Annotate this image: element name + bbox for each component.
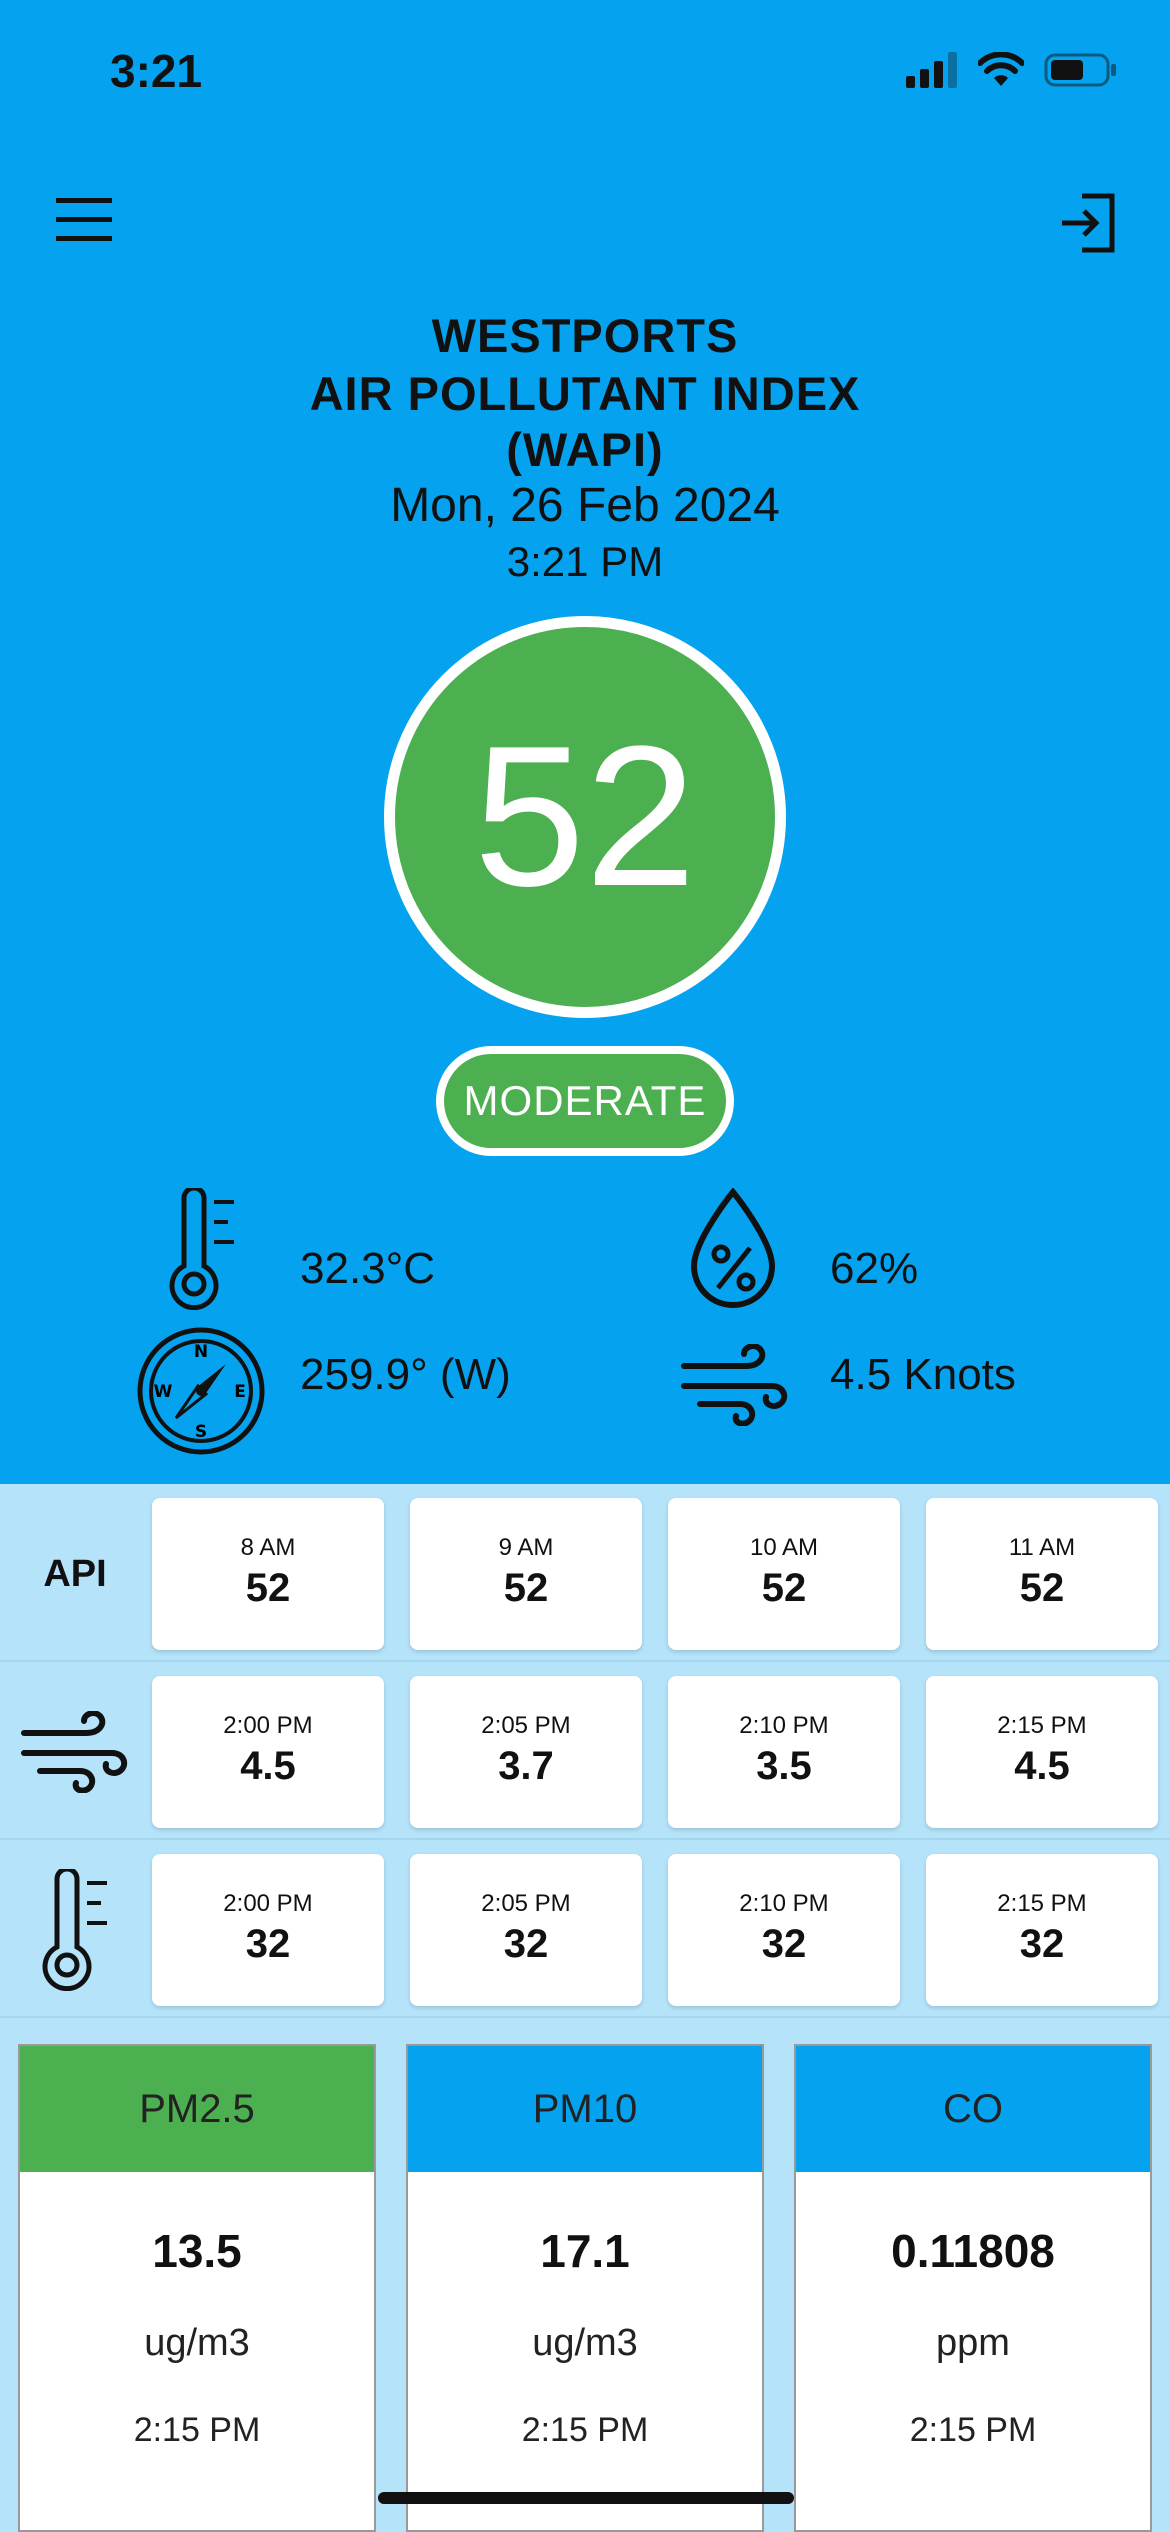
- cell-time: 2:15 PM: [997, 1890, 1087, 1917]
- pollutant-value: 13.5: [152, 2225, 242, 2277]
- cell-time: 2:05 PM: [481, 1712, 571, 1739]
- cell-value: 3.7: [498, 1744, 554, 1788]
- cell-time: 2:10 PM: [739, 1890, 829, 1917]
- cell-time: 2:05 PM: [481, 1890, 571, 1917]
- humidity-icon: [690, 1188, 776, 1308]
- wind-row-label: [0, 1664, 150, 1840]
- cell-value: 3.5: [756, 1744, 812, 1788]
- cell-time: 2:10 PM: [739, 1712, 829, 1739]
- temperature-value: 32.3°C: [300, 1244, 436, 1293]
- temperature-cell[interactable]: 2:05 PM 32: [410, 1854, 642, 2006]
- page-title-line1: WESTPORTS: [431, 309, 739, 362]
- cell-value: 32: [1019, 1922, 1065, 1966]
- current-date: Mon, 26 Feb 2024: [390, 479, 780, 532]
- category-badge: MODERATE: [436, 1046, 734, 1156]
- cell-value: 32: [245, 1922, 291, 1966]
- status-bar-icons: [906, 52, 1118, 88]
- cell-value: 52: [761, 1566, 807, 1610]
- cell-time: 10 AM: [749, 1534, 819, 1561]
- logout-icon[interactable]: [1054, 190, 1120, 256]
- cell-value: 52: [1019, 1566, 1065, 1610]
- page-title-line3: (WAPI): [506, 423, 664, 476]
- api-index-circle: 52: [384, 616, 786, 1018]
- pollutant-card-pm10[interactable]: PM10 17.1 ug/m3 2:15 PM: [406, 2044, 764, 2532]
- api-row-label: API: [43, 1552, 107, 1595]
- pollutant-name: PM2.5: [20, 2046, 374, 2172]
- signal-icon: [906, 52, 957, 88]
- api-cell[interactable]: 9 AM 52: [410, 1498, 642, 1650]
- cell-time: 2:15 PM: [997, 1712, 1087, 1739]
- cell-time: 11 AM: [1008, 1534, 1076, 1561]
- cell-value: 52: [503, 1566, 549, 1610]
- pollutant-time: 2:15 PM: [909, 2411, 1037, 2449]
- pollutant-name: CO: [796, 2046, 1150, 2172]
- pollutant-unit: ppm: [936, 2322, 1010, 2364]
- cell-value: 32: [761, 1922, 807, 1966]
- api-cell[interactable]: 11 AM 52: [926, 1498, 1158, 1650]
- page-title-line2: AIR POLLUTANT INDEX: [309, 367, 861, 420]
- cell-value: 32: [503, 1922, 549, 1966]
- svg-text:E: E: [234, 1382, 246, 1402]
- status-bar-time: 3:21: [110, 45, 203, 97]
- wind-icon: [21, 1711, 128, 1793]
- battery-icon: [1044, 53, 1116, 87]
- temperature-row-label: [0, 1842, 150, 2018]
- cell-value: 52: [245, 1566, 291, 1610]
- wind-direction-value: 259.9° (W): [300, 1350, 511, 1399]
- cell-value: 4.5: [240, 1744, 296, 1788]
- thermometer-icon: [169, 1188, 234, 1310]
- temperature-row: 2:00 PM 32 2:05 PM 32 2:10 PM 32 2:15 PM 32: [0, 1842, 1170, 2018]
- wind-row: 2:00 PM 4.5 2:05 PM 3.7 2:10 PM 3.5 2:15 PM…: [0, 1664, 1170, 1840]
- api-cell[interactable]: 8 AM 52: [152, 1498, 384, 1650]
- home-indicator[interactable]: [378, 2492, 794, 2504]
- wifi-icon: [978, 52, 1024, 86]
- api-row: API 8 AM 52 9 AM 52 10 AM 52 11 AM 52: [0, 1486, 1170, 1662]
- svg-text:N: N: [194, 1342, 208, 1362]
- wind-icon: [681, 1344, 788, 1426]
- pollutant-unit: ug/m3: [144, 2322, 250, 2364]
- menu-icon[interactable]: [52, 192, 116, 248]
- svg-text:S: S: [195, 1422, 207, 1442]
- cell-time: 2:00 PM: [223, 1890, 313, 1917]
- svg-text:W: W: [154, 1382, 173, 1402]
- pollutant-unit: ug/m3: [532, 2322, 638, 2364]
- pollutant-time: 2:15 PM: [133, 2411, 261, 2449]
- wind-cell[interactable]: 2:05 PM 3.7: [410, 1676, 642, 1828]
- pollutant-value: 17.1: [540, 2225, 630, 2277]
- cell-value: 4.5: [1014, 1744, 1070, 1788]
- pollutant-card-pm25[interactable]: PM2.5 13.5 ug/m3 2:15 PM: [18, 2044, 376, 2532]
- temperature-cell[interactable]: 2:15 PM 32: [926, 1854, 1158, 2006]
- current-time: 3:21 PM: [506, 538, 664, 585]
- wind-cell[interactable]: 2:15 PM 4.5: [926, 1676, 1158, 1828]
- thermometer-icon: [42, 1869, 107, 1991]
- compass-icon: N S W E: [137, 1327, 265, 1455]
- pollutant-name: PM10: [408, 2046, 762, 2172]
- cell-time: 9 AM: [498, 1534, 554, 1561]
- temperature-cell[interactable]: 2:10 PM 32: [668, 1854, 900, 2006]
- wind-cell[interactable]: 2:10 PM 3.5: [668, 1676, 900, 1828]
- humidity-value: 62%: [830, 1244, 919, 1293]
- cell-time: 8 AM: [240, 1534, 296, 1561]
- pollutant-time: 2:15 PM: [521, 2411, 649, 2449]
- wind-speed-value: 4.5 Knots: [830, 1350, 1016, 1399]
- cell-time: 2:00 PM: [223, 1712, 313, 1739]
- pollutant-value: 0.11808: [891, 2225, 1055, 2277]
- api-cell[interactable]: 10 AM 52: [668, 1498, 900, 1650]
- wind-cell[interactable]: 2:00 PM 4.5: [152, 1676, 384, 1828]
- pollutant-card-co[interactable]: CO 0.11808 ppm 2:15 PM: [794, 2044, 1152, 2532]
- temperature-cell[interactable]: 2:00 PM 32: [152, 1854, 384, 2006]
